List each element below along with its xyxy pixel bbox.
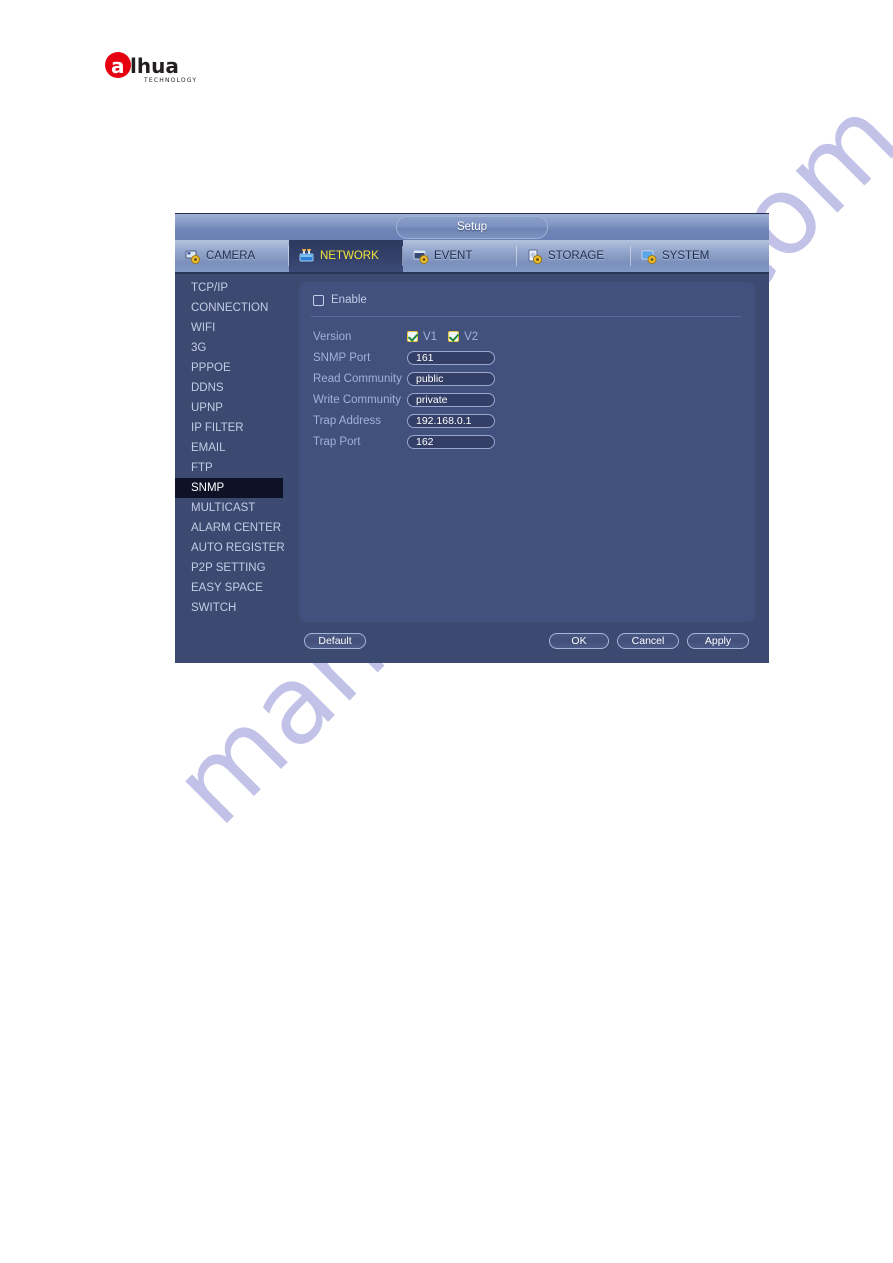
version-row: Version V1 V2 [313,326,743,347]
tab-system-label: SYSTEM [662,250,710,262]
sidebar-item-label: AUTO REGISTER [191,542,285,554]
sidebar-item-multicast[interactable]: MULTICAST [175,498,283,518]
page-title: Setup [396,216,548,239]
read-community-input[interactable] [407,371,495,386]
sidebar-item-snmp[interactable]: SNMP [175,478,283,498]
snmp-port-input[interactable] [407,350,495,365]
trap-port-row: Trap Port [313,431,743,452]
sidebar-item-upnp[interactable]: UPNP [175,398,283,418]
sidebar-item-label: IP FILTER [191,422,244,434]
storage-gear-icon [527,249,543,264]
version-v1-label: V1 [423,330,438,343]
tab-camera[interactable]: CAMERA [175,240,289,272]
apply-button[interactable]: Apply [687,633,749,649]
sidebar-item-label: P2P SETTING [191,562,266,574]
tab-event-label: EVENT [434,250,473,262]
tab-system[interactable]: SYSTEM [631,240,745,272]
network-cube-icon [299,248,315,264]
sidebar-item-label: EMAIL [191,442,226,454]
snmp-form: Version V1 V2 SNMP Port Read Community [313,326,743,452]
dialog-titlebar: Setup [175,213,769,240]
sidebar-item-ip-filter[interactable]: IP FILTER [175,418,283,438]
event-gear-icon [413,249,429,264]
sidebar-item-label: SWITCH [191,602,237,614]
sidebar-item-auto-register[interactable]: AUTO REGISTER [175,538,285,558]
sidebar-item-label: ALARM CENTER [191,522,282,534]
sidebar-item-label: 3G [191,342,207,354]
sidebar-item-label: EASY SPACE [191,582,263,594]
sidebar-item-3g[interactable]: 3G [175,338,283,358]
svg-text:a: a [111,54,125,78]
sidebar-item-label: DDNS [191,382,224,394]
tab-storage[interactable]: STORAGE [517,240,631,272]
tab-camera-label: CAMERA [206,250,256,262]
tab-storage-label: STORAGE [548,250,605,262]
sidebar-item-alarm-center[interactable]: ALARM CENTER [175,518,283,538]
setup-dialog: Setup CAMERA NETWORK EVENT STORAGE SYSTE… [175,213,769,663]
version-v2-checkbox[interactable] [448,331,460,342]
trap-port-input[interactable] [407,434,495,449]
snmp-settings-panel: Enable Version V1 V2 SNMP Port 161 Read … [299,282,755,622]
dialog-footer: Default OK Cancel Apply [175,633,769,651]
sidebar-item-connection[interactable]: CONNECTION [175,298,283,318]
sidebar-item-pppoe[interactable]: PPPOE [175,358,283,378]
cancel-button[interactable]: Cancel [617,633,679,649]
tab-network-label: NETWORK [320,250,379,262]
enable-label: Enable [331,294,367,306]
read-community-label: Read Community [313,372,402,385]
sidebar-item-tcpip[interactable]: TCP/IP [175,278,283,298]
ok-button[interactable]: OK [549,633,609,649]
sidebar-item-label: FTP [191,462,213,474]
default-button[interactable]: Default [304,633,366,649]
camera-gear-icon [185,249,201,264]
sidebar-item-label: TCP/IP [191,282,229,294]
sidebar-item-label: WIFI [191,322,216,334]
trap-address-label: Trap Address [313,414,381,427]
system-gear-icon [641,249,657,264]
svg-text:lhua: lhua [130,54,179,78]
trap-address-row: Trap Address [313,410,743,431]
sidebar-item-easy-space[interactable]: EASY SPACE [175,578,283,598]
sidebar-item-ftp[interactable]: FTP [175,458,283,478]
snmp-port-row: SNMP Port [313,347,743,368]
tab-network[interactable]: NETWORK [289,240,403,272]
sidebar-item-label: PPPOE [191,362,231,374]
dahua-logo: a lhua TECHNOLOGY [104,50,224,86]
sidebar-item-email[interactable]: EMAIL [175,438,283,458]
sidebar-item-switch[interactable]: SWITCH [175,598,283,618]
section-divider [311,316,741,317]
tab-event[interactable]: EVENT [403,240,517,272]
dialog-body: TCP/IP CONNECTION WIFI 3G PPPOE DDNS UPN… [175,274,769,663]
write-community-row: Write Community [313,389,743,410]
sidebar-item-label: CONNECTION [191,302,269,314]
trap-address-input[interactable] [407,413,495,428]
sidebar-item-label: MULTICAST [191,502,256,514]
snmp-port-label: SNMP Port [313,351,371,364]
svg-text:TECHNOLOGY: TECHNOLOGY [143,77,197,84]
network-sidebar: TCP/IP CONNECTION WIFI 3G PPPOE DDNS UPN… [175,274,285,663]
enable-row[interactable]: Enable [313,294,367,306]
version-options: V1 V2 [407,331,484,343]
enable-checkbox[interactable] [313,294,324,306]
sidebar-item-wifi[interactable]: WIFI [175,318,283,338]
sidebar-item-label: UPNP [191,402,223,414]
version-v2-label: V2 [464,330,479,343]
write-community-input[interactable] [407,392,495,407]
trap-port-label: Trap Port [313,435,361,448]
main-tabs: CAMERA NETWORK EVENT STORAGE SYSTEM [175,240,769,274]
dahua-logo-svg: a lhua TECHNOLOGY [105,52,197,84]
write-community-label: Write Community [313,393,401,406]
version-v1-checkbox[interactable] [407,331,418,342]
sidebar-item-label: SNMP [191,482,225,494]
version-label: Version [313,330,352,343]
sidebar-item-ddns[interactable]: DDNS [175,378,283,398]
sidebar-item-p2p-setting[interactable]: P2P SETTING [175,558,283,578]
read-community-row: Read Community [313,368,743,389]
